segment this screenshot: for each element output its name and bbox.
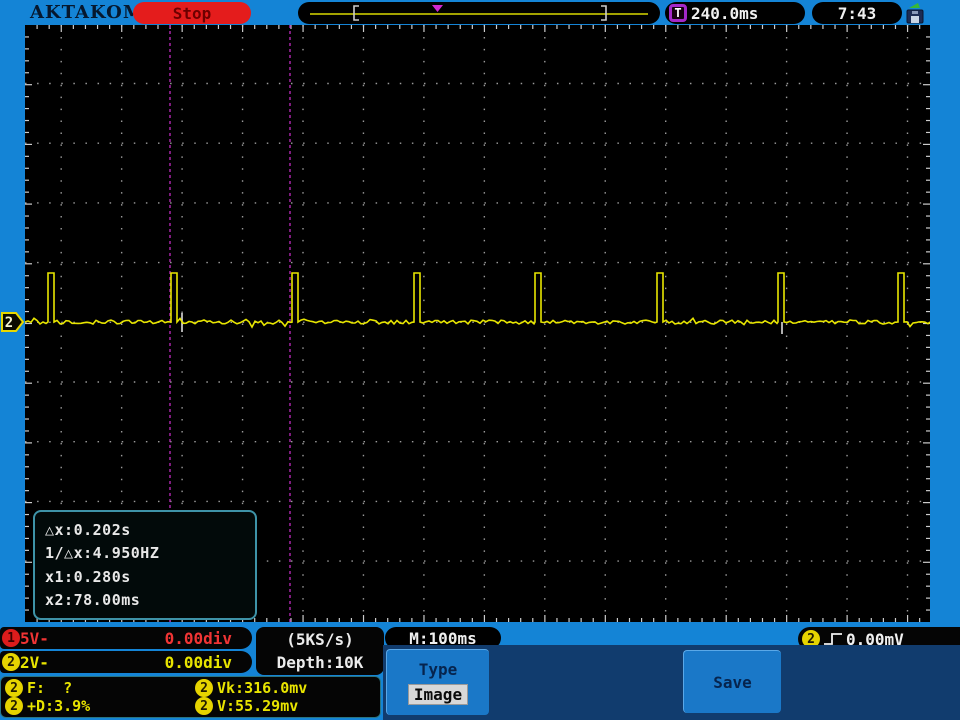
measurement-vk-value: Vk:316.0mv (217, 679, 308, 697)
trigger-time-value: 240.0ms (691, 3, 759, 23)
measurement-v: 2 V:55.29mv (195, 697, 376, 715)
cursor-delta-x: △x:0.202s (45, 520, 131, 539)
measurement-ch-badge: 2 (5, 679, 23, 697)
measurement-duty: 2 +D:3.9% (5, 697, 195, 715)
channel-1-badge: 1 (2, 629, 20, 647)
measurements-panel: 2 F: ? 2 Vk:316.0mv 2 +D:3.9% 2 V:55.29m… (0, 676, 381, 718)
channel-2-scale: 2V- (20, 652, 49, 672)
trigger-position-bar (298, 2, 660, 24)
measurement-vk: 2 Vk:316.0mv (195, 679, 376, 697)
sample-rate: (5KS/s) (286, 630, 354, 650)
measurement-duty-value: +D:3.9% (27, 697, 91, 715)
channel-1-offset: 0.00div (164, 628, 232, 648)
run-state-indicator: Stop (133, 2, 251, 24)
channel-1-scale: 5V- (20, 628, 49, 648)
trigger-time-icon: T (669, 4, 687, 22)
oscilloscope-screen: AKTAKOM Stop T 240.0ms 7:43 2 △x:0.202s … (0, 0, 960, 720)
left-bracket-icon (353, 5, 359, 21)
channel-2-offset: 0.00div (164, 652, 232, 672)
save-button[interactable]: Save (683, 650, 781, 713)
measurement-frequency-value: F: ? (27, 679, 73, 697)
channel-2-marker-label: 2 (5, 315, 13, 331)
type-button[interactable]: Type Image (386, 649, 489, 715)
softkey-menu: Type Image Save (383, 645, 960, 720)
clock: 7:43 (812, 2, 902, 24)
trigger-marker-icon (432, 5, 443, 12)
cursor-readout-box: △x:0.202s 1/△x:4.950HZ x1:0.280s x2:78.0… (33, 510, 257, 620)
measurement-ch-badge: 2 (195, 679, 213, 697)
channel-2-badge: 2 (2, 653, 20, 671)
right-bracket-icon (601, 5, 607, 21)
acquisition-info: (5KS/s) Depth:10K (256, 627, 384, 675)
run-state-label: Stop (172, 3, 212, 23)
save-disk-icon (906, 3, 924, 24)
brand-logo: AKTAKOM (30, 2, 144, 23)
channel-2-marker: 2 (1, 312, 25, 332)
channel-2-status: 2 2V- 0.00div (0, 651, 252, 673)
measurement-frequency: 2 F: ? (5, 679, 195, 697)
channel-1-status: 1 5V- 0.00div (0, 627, 252, 649)
type-button-value[interactable]: Image (407, 684, 469, 705)
cursor-x2: x2:78.00ms (45, 591, 141, 610)
save-button-label: Save (713, 672, 752, 692)
trigger-position-graphic (310, 5, 648, 21)
measurement-ch-badge: 2 (195, 697, 213, 715)
type-button-label: Type (418, 660, 458, 679)
measurement-ch-badge: 2 (5, 697, 23, 715)
cursor-frequency: 1/△x:4.950HZ (45, 544, 160, 563)
memory-depth: Depth:10K (276, 652, 364, 672)
trigger-time-indicator: T 240.0ms (665, 2, 805, 24)
cursor-x1: x1:0.280s (45, 567, 131, 586)
clock-value: 7:43 (837, 3, 877, 23)
measurement-v-value: V:55.29mv (217, 697, 299, 715)
